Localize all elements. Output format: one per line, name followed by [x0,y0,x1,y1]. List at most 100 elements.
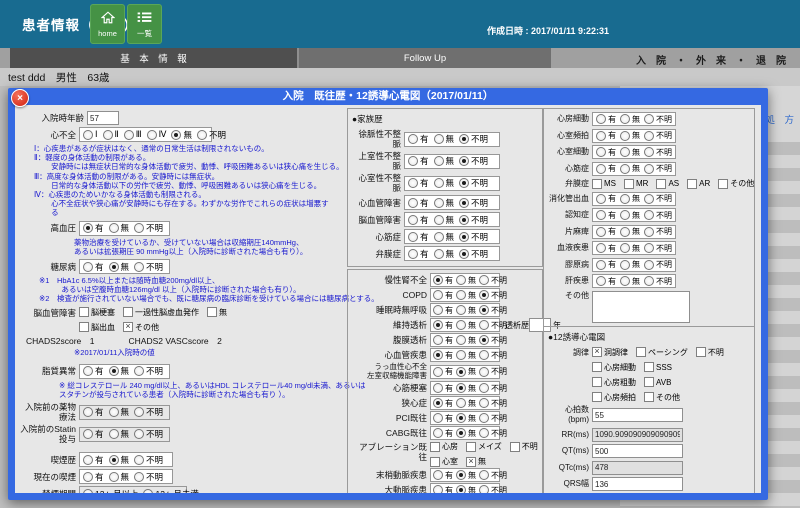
checkbox-ablation-history-0-1[interactable] [466,442,476,452]
radio-fh-valvular-disease-0[interactable] [408,249,418,259]
radio-gi-bleeding-0[interactable] [596,194,606,204]
qt-interval-input[interactable] [592,444,683,458]
radio-fh-ventricular-arrhythmia-1[interactable] [434,178,444,188]
checkbox-rhythm-0-2[interactable] [696,347,706,357]
radio-angina-2[interactable] [479,398,489,408]
radio-cardiomyopathy-history-2[interactable] [644,164,654,174]
checkbox-rhythm-2-0[interactable] [592,377,602,387]
radio-fh-supraventricular-arrhythmia-0[interactable] [408,156,418,166]
radio-ventricular-fibrillation-0[interactable] [596,147,606,157]
radio-blood-disease-0[interactable] [596,243,606,253]
checkbox-cerebrovascular-disease-1-0[interactable] [79,322,89,332]
radio-ventricular-tachycardia-1[interactable] [620,131,630,141]
radio-fh-cardiovascular-disease-1[interactable] [434,198,444,208]
radio-copd-0[interactable] [433,290,443,300]
heart-rate-input[interactable] [592,408,683,422]
checkbox-cerebrovascular-disease-0-1[interactable] [123,307,133,317]
checkbox-rhythm-1-0[interactable] [592,362,602,372]
radio-pre-admission-statin-0[interactable] [83,429,93,439]
radio-chronic-kidney-failure-0[interactable] [433,275,443,285]
radio-myocardial-infarction-2[interactable] [479,383,489,393]
checkbox-rhythm-3-0[interactable] [592,392,602,402]
radio-cardiovascular-disease-2[interactable] [479,350,489,360]
radio-ventricular-fibrillation-2[interactable] [644,147,654,157]
radio-smoking-history-1[interactable] [109,455,119,465]
radio-fh-bradyarrhythmia-1[interactable] [434,134,444,144]
radio-cabg-history-2[interactable] [479,428,489,438]
radio-aortic-disease-1[interactable] [456,485,466,493]
radio-heart-failure-nyha-3[interactable] [147,130,157,140]
radio-fh-bradyarrhythmia-2[interactable] [459,134,469,144]
radio-pci-history-1[interactable] [456,413,466,423]
radio-cardiomyopathy-history-0[interactable] [596,164,606,174]
radio-cardiovascular-disease-1[interactable] [456,350,466,360]
radio-aortic-disease-0[interactable] [433,485,443,493]
radio-angina-1[interactable] [456,398,466,408]
radio-smoking-history-0[interactable] [83,455,93,465]
radio-gi-bleeding-2[interactable] [644,194,654,204]
radio-dyslipidemia-2[interactable] [134,366,144,376]
radio-peritoneal-dialysis-1[interactable] [456,335,466,345]
close-button[interactable]: × [11,89,29,107]
radio-diabetes-1[interactable] [109,262,119,272]
radio-pre-admission-medication-1[interactable] [109,407,119,417]
checkbox-valvular-disease-0-4[interactable] [718,179,728,189]
radio-heart-failure-nyha-4[interactable] [171,130,181,140]
radio-chf-lv-dysfunction-2[interactable] [479,367,489,377]
radio-peritoneal-dialysis-2[interactable] [479,335,489,345]
checkbox-valvular-disease-0-1[interactable] [624,179,634,189]
radio-liver-disease-0[interactable] [596,276,606,286]
radio-current-smoking-1[interactable] [109,472,119,482]
radio-blood-disease-2[interactable] [644,243,654,253]
radio-gi-bleeding-1[interactable] [620,194,630,204]
checkbox-rhythm-2-1[interactable] [644,377,654,387]
tab-basic-info[interactable]: 基 本 情 報 [10,48,299,68]
radio-fh-bradyarrhythmia-0[interactable] [408,134,418,144]
radio-fh-ventricular-arrhythmia-0[interactable] [408,178,418,188]
radio-fh-cardiomyopathy-1[interactable] [434,232,444,242]
radio-peripheral-artery-disease-1[interactable] [456,470,466,480]
radio-liver-disease-2[interactable] [644,276,654,286]
radio-collagen-disease-0[interactable] [596,260,606,270]
radio-fh-valvular-disease-2[interactable] [459,249,469,259]
radio-blood-disease-1[interactable] [620,243,630,253]
radio-heart-failure-nyha-2[interactable] [124,130,134,140]
radio-fh-supraventricular-arrhythmia-2[interactable] [459,156,469,166]
radio-fh-supraventricular-arrhythmia-1[interactable] [434,156,444,166]
age-at-admission-input[interactable] [87,111,119,125]
radio-maintenance-dialysis-0[interactable] [433,320,443,330]
radio-dyslipidemia-0[interactable] [83,366,93,376]
radio-atrial-fibrillation-2[interactable] [644,114,654,124]
radio-hemiplegia-0[interactable] [596,227,606,237]
radio-angina-0[interactable] [433,398,443,408]
radio-hemiplegia-1[interactable] [620,227,630,237]
radio-peritoneal-dialysis-0[interactable] [433,335,443,345]
radio-cardiovascular-disease-0[interactable] [433,350,443,360]
radio-heart-failure-nyha-1[interactable] [103,130,113,140]
qrs-width-input[interactable] [592,477,683,491]
radio-fh-cardiomyopathy-0[interactable] [408,232,418,242]
checkbox-rhythm-0-0[interactable]: × [592,347,602,357]
radio-hypertension-1[interactable] [109,223,119,233]
radio-heart-failure-nyha-5[interactable] [197,130,207,140]
radio-copd-1[interactable] [456,290,466,300]
radio-fh-valvular-disease-1[interactable] [434,249,444,259]
radio-fh-cerebrovascular-disease-2[interactable] [459,215,469,225]
radio-maintenance-dialysis-1[interactable] [456,320,466,330]
radio-hypertension-0[interactable] [83,223,93,233]
checkbox-cerebrovascular-disease-0-2[interactable] [207,307,217,317]
radio-current-smoking-2[interactable] [134,472,144,482]
radio-hypertension-2[interactable] [134,223,144,233]
radio-diabetes-0[interactable] [83,262,93,272]
home-button[interactable]: home [90,4,125,44]
checkbox-ablation-history-1-0[interactable] [430,457,440,467]
radio-sleep-apnea-1[interactable] [456,305,466,315]
radio-pci-history-2[interactable] [479,413,489,423]
other-history-textarea[interactable] [592,291,690,323]
radio-myocardial-infarction-1[interactable] [456,383,466,393]
radio-sleep-apnea-2[interactable] [479,305,489,315]
radio-dementia-1[interactable] [620,210,630,220]
radio-fh-cerebrovascular-disease-0[interactable] [408,215,418,225]
radio-peripheral-artery-disease-2[interactable] [479,470,489,480]
radio-fh-ventricular-arrhythmia-2[interactable] [459,178,469,188]
